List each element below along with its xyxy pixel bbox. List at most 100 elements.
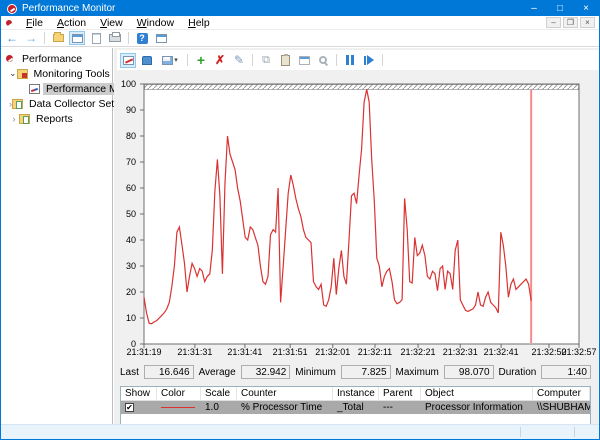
tree-item-reports[interactable]: › Reports [1,111,112,126]
log-data-icon [142,56,152,65]
y-tick-label: 20 [115,287,136,297]
menu-file[interactable]: File [19,17,50,29]
window-title: Performance Monitor [22,3,521,14]
console-tree-pane: Performance ⌄ Monitoring Tools Performan… [1,48,113,424]
change-graph-type-button[interactable]: ▾ [158,53,182,68]
maximize-button[interactable]: □ [547,1,573,16]
status-bar-separator [574,427,575,437]
forward-button[interactable]: → [23,31,39,45]
column-header-instance[interactable]: Instance [333,387,379,400]
update-data-button[interactable] [361,53,377,68]
mdi-minimize-button[interactable]: – [546,17,561,28]
chevron-expanded-icon[interactable]: ⌄ [9,68,17,79]
counter-parent: --- [379,402,421,413]
monitoring-tools-folder-icon [17,69,28,79]
view-current-activity-button[interactable] [120,53,136,68]
counter-instance: _Total [333,402,379,413]
tree-item-performance-monitor[interactable]: Performance Monitor [1,81,112,96]
duration-label: Duration [499,367,537,378]
tree-item-data-collector-sets[interactable]: › Data Collector Sets [1,96,112,111]
zoom-button[interactable] [315,53,331,68]
legend-header-row: Show Color Scale Counter Instance Parent… [121,387,590,401]
tree-item-label: Reports [33,113,76,125]
toolbar-separator [252,54,253,66]
close-button[interactable]: × [573,1,599,16]
average-label: Average [199,367,236,378]
column-header-counter[interactable]: Counter [237,387,333,400]
mdi-restore-button[interactable]: ❐ [563,17,578,28]
add-plus-icon: + [197,52,205,68]
magnifier-icon [319,56,327,64]
tree-item-monitoring-tools[interactable]: ⌄ Monitoring Tools [1,66,112,81]
menu-bar: File Action View Window Help – ❐ × [1,16,599,30]
copy-properties-button[interactable]: ⧉ [258,53,274,68]
add-counter-button[interactable]: + [193,53,209,68]
clipboard-icon [281,55,290,66]
y-tick-label: 100 [115,79,136,89]
show-action-pane-button[interactable] [153,31,169,45]
up-one-level-button[interactable] [50,31,66,45]
maximum-label: Maximum [396,367,439,378]
pause-icon [346,55,354,65]
y-tick-label: 40 [115,235,136,245]
x-tick-label: 21:31:19 [126,347,161,357]
plot-border [144,84,579,344]
x-tick-label: 21:32:21 [401,347,436,357]
column-header-object[interactable]: Object [421,387,533,400]
x-tick-label: 21:32:11 [358,347,392,357]
column-header-computer[interactable]: Computer [533,387,590,400]
main-toolbar: ← → ? [1,30,599,47]
x-tick-label: 21:32:41 [484,347,519,357]
counter-name: % Processor Time [237,402,333,413]
highlight-button[interactable]: ✎ [231,53,247,68]
status-bar-separator [520,427,521,437]
column-header-color[interactable]: Color [157,387,201,400]
x-tick-label: 21:31:31 [177,347,212,357]
list-document-icon [92,33,101,44]
time-bar-hatch [145,85,579,90]
y-tick-label: 80 [115,131,136,141]
properties-button[interactable] [296,53,312,68]
toolbar-separator [336,54,337,66]
column-header-show[interactable]: Show [121,387,157,400]
last-value: 16.646 [144,365,194,379]
column-header-parent[interactable]: Parent [379,387,421,400]
x-tick-label: 21:32:31 [443,347,478,357]
console-tree-toggle-button[interactable] [69,31,85,45]
menu-view[interactable]: View [93,17,130,29]
tree-item-label: Performance [19,53,85,65]
graph-type-icon [162,56,173,65]
back-button[interactable]: ← [4,31,20,45]
mdi-window-controls: – ❐ × [546,17,599,28]
minimum-label: Minimum [295,367,336,378]
minimize-button[interactable]: – [521,1,547,16]
y-tick-label: 60 [115,183,136,193]
counter-row-processor-time[interactable]: ✔ 1.0 % Processor Time _Total --- Proces… [121,401,590,414]
paste-counter-list-button[interactable] [277,53,293,68]
x-tick-label: 21:32:57 [561,347,596,357]
menu-window[interactable]: Window [130,17,181,29]
print-button[interactable] [107,31,123,45]
x-tick-label: 21:32:01 [315,347,350,357]
properties-icon [299,56,310,65]
counter-scale: 1.0 [201,402,237,413]
y-tick-label: 90 [115,105,136,115]
chart-toolbar: ▾ + ✗ ✎ ⧉ [117,50,599,70]
tree-item-performance-root[interactable]: Performance [1,51,112,66]
mdi-close-button[interactable]: × [580,17,595,28]
average-value: 32.942 [241,365,291,379]
action-pane-icon [156,34,167,43]
menu-action[interactable]: Action [50,17,93,29]
view-log-data-button[interactable] [139,53,155,68]
export-list-button[interactable] [88,31,104,45]
column-header-scale[interactable]: Scale [201,387,237,400]
freeze-display-button[interactable] [342,53,358,68]
menu-help[interactable]: Help [181,17,217,29]
perfmon-app-icon [7,4,17,14]
chevron-collapsed-icon[interactable]: › [9,114,19,124]
perfmon-menu-icon [5,18,14,27]
delete-counter-button[interactable]: ✗ [212,53,228,68]
maximum-value: 98.070 [444,365,494,379]
help-button[interactable]: ? [134,31,150,45]
show-checkbox[interactable]: ✔ [125,403,134,412]
